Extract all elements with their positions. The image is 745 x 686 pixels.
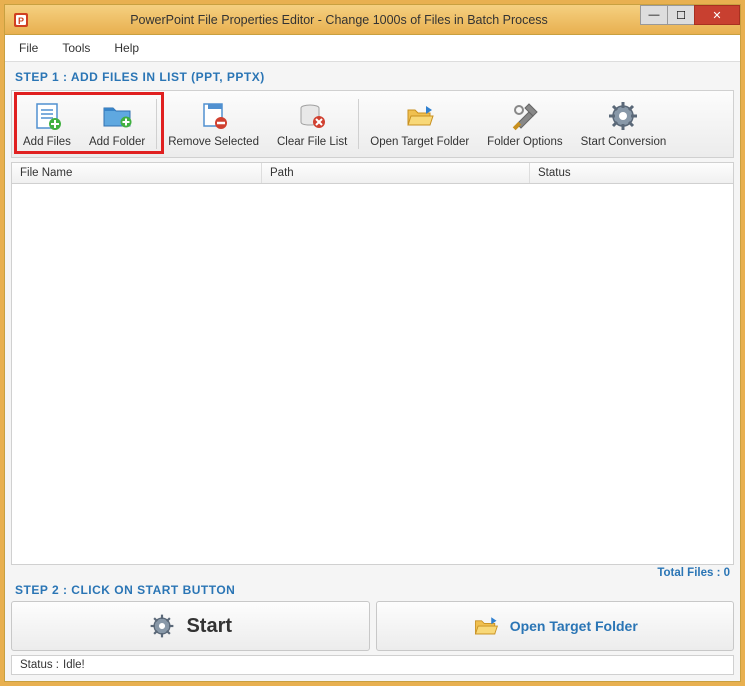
toolbar: Add Files Add Folder Remove Selected (11, 90, 734, 158)
window-title: PowerPoint File Properties Editor - Chan… (37, 13, 641, 27)
window-controls: — ☐ ✕ (641, 5, 740, 27)
clear-file-list-button[interactable]: Clear File List (268, 95, 356, 153)
col-filename[interactable]: File Name (12, 163, 262, 183)
maximize-button[interactable]: ☐ (667, 5, 695, 25)
status-label: Status : (20, 659, 59, 671)
clear-file-list-label: Clear File List (277, 136, 347, 148)
total-files-label: Total Files : 0 (11, 565, 734, 581)
folder-add-icon (101, 100, 133, 132)
statusbar: Status : Idle! (11, 655, 734, 675)
remove-selected-label: Remove Selected (168, 136, 259, 148)
add-folder-label: Add Folder (89, 136, 145, 148)
remove-selected-button[interactable]: Remove Selected (159, 95, 268, 153)
add-files-button[interactable]: Add Files (14, 95, 80, 153)
clear-list-icon (296, 100, 328, 132)
file-add-icon (31, 100, 63, 132)
list-header: File Name Path Status (11, 162, 734, 184)
toolbar-divider (358, 99, 359, 149)
menubar: File Tools Help (5, 35, 740, 62)
menu-tools[interactable]: Tools (58, 39, 94, 57)
file-list[interactable] (11, 184, 734, 565)
status-value: Idle! (63, 659, 85, 671)
menu-file[interactable]: File (15, 39, 42, 57)
minimize-button[interactable]: — (640, 5, 668, 25)
tools-icon (509, 100, 541, 132)
start-conversion-label: Start Conversion (581, 136, 667, 148)
start-button-label: Start (186, 615, 232, 638)
file-remove-icon (198, 100, 230, 132)
col-status[interactable]: Status (530, 163, 733, 183)
open-target-folder-button[interactable]: Open Target Folder (361, 95, 478, 153)
content-area: STEP 1 : ADD FILES IN LIST (PPT, PPTX) A… (5, 62, 740, 681)
gear-icon (607, 100, 639, 132)
toolbar-divider (156, 99, 157, 149)
folder-options-label: Folder Options (487, 136, 562, 148)
gear-icon (148, 612, 176, 640)
step2-label: STEP 2 : CLICK ON START BUTTON (11, 581, 734, 601)
svg-text:P: P (18, 16, 24, 26)
folder-open-icon (404, 100, 436, 132)
menu-help[interactable]: Help (110, 39, 143, 57)
add-folder-button[interactable]: Add Folder (80, 95, 154, 153)
open-target-folder-big-label: Open Target Folder (510, 618, 638, 634)
app-window: P PowerPoint File Properties Editor - Ch… (4, 4, 741, 682)
col-path[interactable]: Path (262, 163, 530, 183)
start-conversion-button[interactable]: Start Conversion (572, 95, 676, 153)
open-target-folder-big-button[interactable]: Open Target Folder (376, 601, 735, 651)
close-button[interactable]: ✕ (694, 5, 740, 25)
open-target-folder-label: Open Target Folder (370, 136, 469, 148)
action-buttons: Start Open Target Folder (11, 601, 734, 651)
folder-open-icon (472, 612, 500, 640)
folder-options-button[interactable]: Folder Options (478, 95, 571, 153)
titlebar: P PowerPoint File Properties Editor - Ch… (5, 5, 740, 35)
start-button[interactable]: Start (11, 601, 370, 651)
add-files-label: Add Files (23, 136, 71, 148)
step1-label: STEP 1 : ADD FILES IN LIST (PPT, PPTX) (11, 68, 734, 90)
app-icon: P (13, 12, 29, 28)
